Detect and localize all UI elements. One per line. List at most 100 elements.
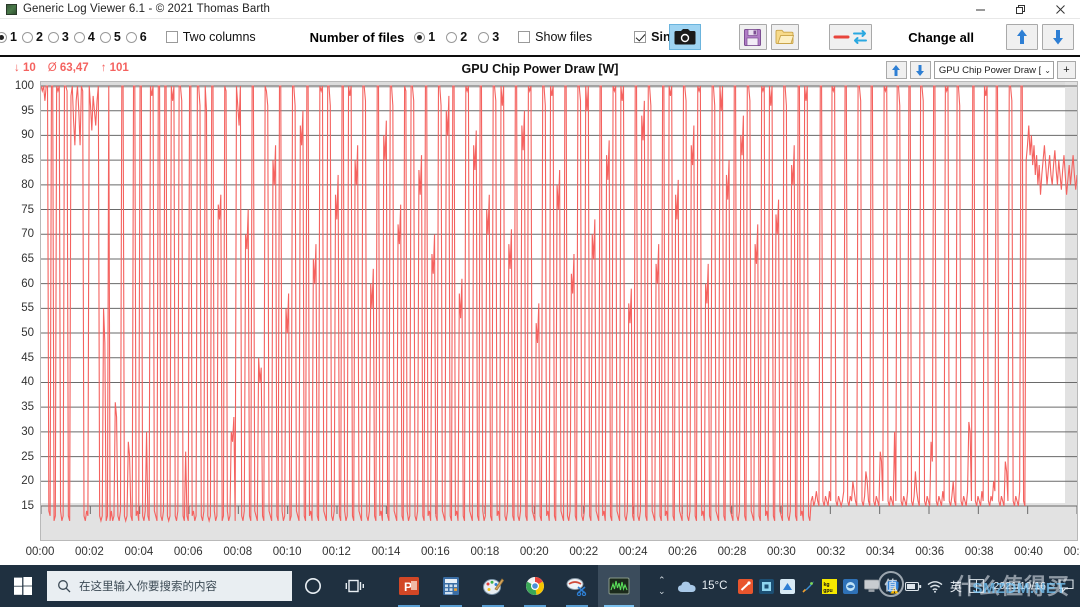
- series-radio-5[interactable]: 5: [99, 30, 121, 44]
- change-all-label: Change all: [908, 29, 975, 45]
- red-app-icon[interactable]: [735, 565, 756, 607]
- x-axis-tick-11: 00:22: [569, 546, 599, 558]
- y-axis-tick-30: 30: [21, 425, 34, 438]
- task-view-icon[interactable]: [334, 565, 376, 607]
- y-axis-tick-25: 25: [21, 450, 34, 463]
- powerpoint-icon[interactable]: P: [388, 565, 430, 607]
- show-files-label: Show files: [535, 30, 593, 44]
- paint-icon[interactable]: [472, 565, 514, 607]
- two-columns-label: Two columns: [182, 30, 256, 44]
- blue-app-icon[interactable]: [756, 565, 777, 607]
- chrome-icon[interactable]: [514, 565, 556, 607]
- ime-keyboard-icon[interactable]: [966, 565, 987, 607]
- series-move-down-button[interactable]: [909, 61, 931, 79]
- move-down-all-button[interactable]: [1042, 24, 1074, 50]
- x-axis-tick-19: 00:38: [964, 546, 994, 558]
- add-series-label: +: [1063, 64, 1070, 76]
- windows-taskbar: 在这里输入你要搜索的内容 P ⌃ ⌄ 15°C kg gpu 英 2021/10…: [0, 565, 1080, 607]
- chart-area: 100 95 90 85 80 75 70 65 60 55 50 45 40 35 30 25 20 15 00…: [0, 80, 1080, 565]
- series-radio-label-1: 1: [10, 30, 17, 44]
- cortana-circle-icon[interactable]: [292, 565, 334, 607]
- search-input[interactable]: 在这里输入你要搜索的内容: [47, 571, 292, 601]
- x-axis-tick-0: 00:00: [25, 546, 55, 558]
- open-folder-button[interactable]: [770, 24, 800, 50]
- y-axis-tick-75: 75: [21, 203, 34, 216]
- add-series-button[interactable]: +: [1057, 61, 1076, 79]
- shield-app-icon[interactable]: [840, 565, 861, 607]
- save-button[interactable]: [738, 24, 767, 50]
- y-axis-tick-35: 35: [21, 401, 34, 414]
- network-wifi-icon[interactable]: [924, 565, 945, 607]
- cloud-icon: [677, 581, 696, 592]
- camera-icon[interactable]: [668, 24, 701, 50]
- x-axis-tick-15: 00:30: [767, 546, 796, 558]
- series-radio-4[interactable]: 4: [73, 30, 95, 44]
- x-axis-tick-9: 00:18: [470, 546, 500, 558]
- series-move-up-button[interactable]: [885, 61, 907, 79]
- tray-expand-button[interactable]: ⌃ ⌄: [651, 565, 673, 607]
- series-select[interactable]: GPU Chip Power Draw [ ⌄: [933, 61, 1054, 79]
- x-axis-tick-10: 00:20: [519, 546, 549, 558]
- radio-dot-icon: [47, 31, 59, 43]
- close-button[interactable]: [1040, 0, 1080, 19]
- file-radio-3[interactable]: 3: [478, 30, 499, 44]
- file-radio-label-3: 3: [492, 30, 500, 44]
- windows-start-icon[interactable]: [0, 565, 46, 607]
- gpu-monitor-icon[interactable]: kg gpu: [819, 565, 840, 607]
- ime-chinese-icon[interactable]: 英: [945, 565, 966, 607]
- clock[interactable]: 2021/10/16: [987, 565, 1054, 607]
- x-axis-tick-5: 00:10: [272, 546, 302, 558]
- series-select-value: GPU Chip Power Draw [: [938, 64, 1042, 76]
- snipping-tool-icon[interactable]: [556, 565, 598, 607]
- battery-icon[interactable]: [903, 565, 924, 607]
- series-radio-label-2: 2: [35, 30, 43, 44]
- show-files-checkbox[interactable]: Show files: [518, 30, 592, 44]
- series-count-radio-group: 1 2 3 4 5 6: [0, 30, 152, 44]
- move-up-all-button[interactable]: [1006, 24, 1039, 50]
- minimize-button[interactable]: [960, 0, 1000, 19]
- log-viewer-icon[interactable]: [598, 565, 640, 607]
- plot-canvas[interactable]: [40, 81, 1078, 541]
- chart-header: ↓ 10 Ø 63,47 ↑ 101 GPU Chip Power Draw […: [0, 59, 1080, 81]
- y-axis-tick-15: 15: [21, 500, 34, 512]
- rocket-icon[interactable]: [798, 565, 819, 607]
- notification-icon[interactable]: [1054, 565, 1078, 607]
- y-axis-tick-85: 85: [21, 154, 34, 167]
- radio-dot-icon: [446, 31, 458, 43]
- x-axis-tick-6: 00:12: [322, 546, 351, 558]
- y-axis-tick-80: 80: [21, 178, 34, 191]
- single-checkbox[interactable]: Sin: [634, 30, 671, 44]
- calculator-icon[interactable]: [430, 565, 472, 607]
- x-axis-tick-13: 00:26: [668, 546, 697, 558]
- x-axis-tick-8: 00:16: [421, 546, 450, 558]
- y-axis-tick-90: 90: [21, 129, 34, 142]
- radio-dot-icon: [0, 31, 7, 43]
- swap-refresh-button[interactable]: [829, 24, 873, 50]
- x-axis-tick-16: 00:32: [816, 546, 846, 558]
- series-radio-label-3: 3: [61, 30, 69, 44]
- x-axis-tick-1: 00:02: [75, 546, 104, 558]
- window-title: Generic Log Viewer 6.1 - © 2021 Thomas B…: [23, 3, 271, 15]
- restore-button[interactable]: [1000, 0, 1040, 19]
- series-radio-6[interactable]: 6: [125, 30, 147, 44]
- chart-header-controls: GPU Chip Power Draw [ ⌄ +: [885, 61, 1076, 79]
- x-axis-labels: 00:00 00:02 00:04 00:06 00:08 00:10 00:12 00:14…: [26, 543, 1080, 563]
- y-axis-tick-45: 45: [21, 351, 34, 364]
- series-radio-2[interactable]: 2: [21, 30, 43, 44]
- series-radio-1[interactable]: 1: [0, 30, 17, 44]
- series-radio-3[interactable]: 3: [47, 30, 69, 44]
- radio-dot-icon: [21, 31, 33, 43]
- file-radio-1[interactable]: 1: [414, 30, 435, 44]
- light-blue-app-icon[interactable]: [777, 565, 798, 607]
- x-axis-tick-7: 00:14: [371, 546, 401, 558]
- file-radio-2[interactable]: 2: [446, 30, 467, 44]
- series-radio-label-6: 6: [139, 30, 147, 44]
- file-radio-label-1: 1: [428, 30, 436, 44]
- title-bar: Generic Log Viewer 6.1 - © 2021 Thomas B…: [0, 0, 1080, 19]
- search-placeholder: 在这里输入你要搜索的内容: [79, 581, 217, 593]
- weather-widget[interactable]: 15°C: [673, 579, 736, 594]
- y-axis-tick-50: 50: [21, 327, 34, 340]
- checkbox-box-icon: [165, 31, 178, 43]
- x-axis-tick-18: 00:36: [915, 546, 945, 558]
- two-columns-checkbox[interactable]: Two columns: [165, 30, 256, 44]
